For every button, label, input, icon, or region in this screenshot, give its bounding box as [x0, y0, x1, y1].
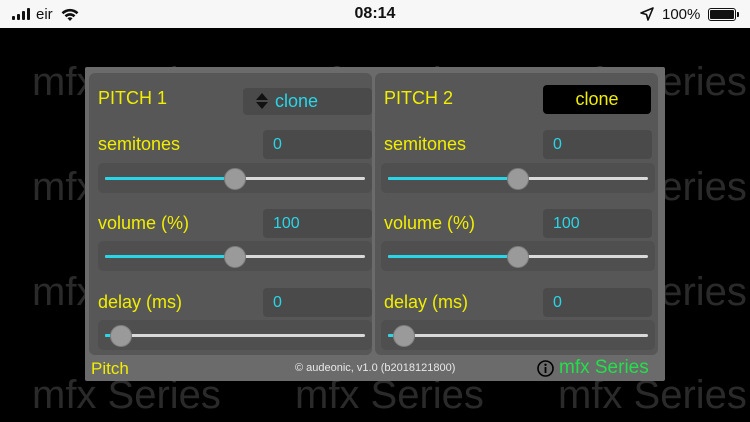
- pitch1-section: PITCH 1 clone semitones 0 volume (%) 100…: [89, 73, 372, 355]
- pitch1-title: PITCH 1: [98, 88, 168, 108]
- brand-label: mfx Series: [559, 357, 649, 378]
- pitch1-semitones-field[interactable]: 0: [263, 130, 372, 159]
- pitch2-section: PITCH 2 clone semitones 0 volume (%) 100…: [375, 73, 658, 355]
- pitch2-title: PITCH 2: [384, 88, 454, 108]
- slider-knob[interactable]: [224, 246, 246, 268]
- pitch1-delay-slider[interactable]: [98, 320, 372, 350]
- pitch1-clone-button[interactable]: clone: [243, 88, 372, 115]
- sort-arrows-icon: [256, 93, 268, 109]
- pitch2-delay-slider[interactable]: [381, 320, 655, 350]
- location-arrow-icon: [640, 7, 654, 21]
- battery-percent: 100%: [662, 6, 701, 23]
- clock-time: 08:14: [354, 5, 396, 22]
- pitch1-delay-label: delay (ms): [98, 292, 183, 312]
- copyright-text: © audeonic, v1.0 (b2018121800): [295, 362, 456, 374]
- pitch2-volume-label: volume (%): [384, 213, 476, 233]
- pitch2-delay-field[interactable]: 0: [543, 288, 652, 317]
- slider-knob[interactable]: [392, 325, 415, 347]
- pitch2-semitones-slider[interactable]: [381, 163, 655, 193]
- pitch2-delay-label: delay (ms): [384, 292, 469, 312]
- info-icon[interactable]: [537, 360, 554, 377]
- plugin-name: Pitch: [91, 359, 129, 378]
- slider-knob[interactable]: [507, 168, 529, 190]
- slider-knob[interactable]: [224, 168, 246, 190]
- plugin-panel: PITCH 1 clone semitones 0 volume (%) 100…: [85, 67, 665, 381]
- pitch1-semitones-slider[interactable]: [98, 163, 372, 193]
- slider-knob[interactable]: [109, 325, 132, 347]
- pitch2-semitones-label: semitones: [384, 134, 467, 154]
- pitch2-volume-field[interactable]: 100: [543, 209, 652, 238]
- pitch2-semitones-field[interactable]: 0: [543, 130, 652, 159]
- pitch1-delay-field[interactable]: 0: [263, 288, 372, 317]
- pitch1-semitones-label: semitones: [98, 134, 181, 154]
- slider-knob[interactable]: [507, 246, 529, 268]
- status-bar: eir 08:14 100%: [0, 0, 750, 28]
- pitch2-volume-slider[interactable]: [381, 241, 655, 271]
- pitch1-volume-slider[interactable]: [98, 241, 372, 271]
- pitch1-volume-label: volume (%): [98, 213, 190, 233]
- pitch1-volume-field[interactable]: 100: [263, 209, 372, 238]
- pitch2-clone-button[interactable]: clone: [543, 85, 651, 114]
- battery-icon: [708, 8, 739, 21]
- pitch1-clone-label: clone: [275, 91, 319, 111]
